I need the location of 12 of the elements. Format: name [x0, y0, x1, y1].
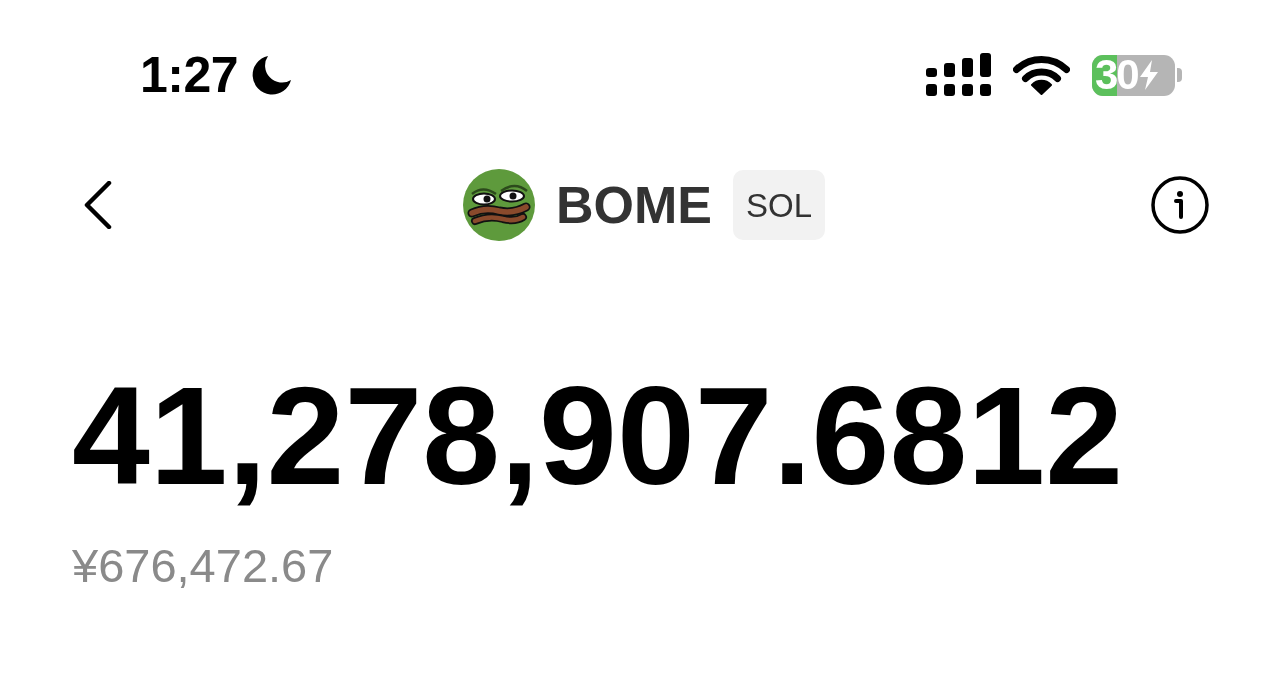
info-button[interactable] [1150, 175, 1210, 235]
network-tag: SOL [732, 170, 825, 240]
back-icon [84, 181, 112, 229]
fiat-value: ¥676,472.67 [72, 542, 334, 589]
wifi-icon [1013, 55, 1070, 95]
signal-icon [926, 53, 991, 97]
frog-logo-icon [462, 169, 535, 241]
token-balance: 41,278,907.6812 [72, 366, 1124, 506]
battery-percentage: 30 [1095, 54, 1138, 96]
info-icon [1151, 176, 1209, 234]
status-time: 1:27 [140, 50, 239, 100]
token-symbol: BOME [555, 179, 712, 231]
